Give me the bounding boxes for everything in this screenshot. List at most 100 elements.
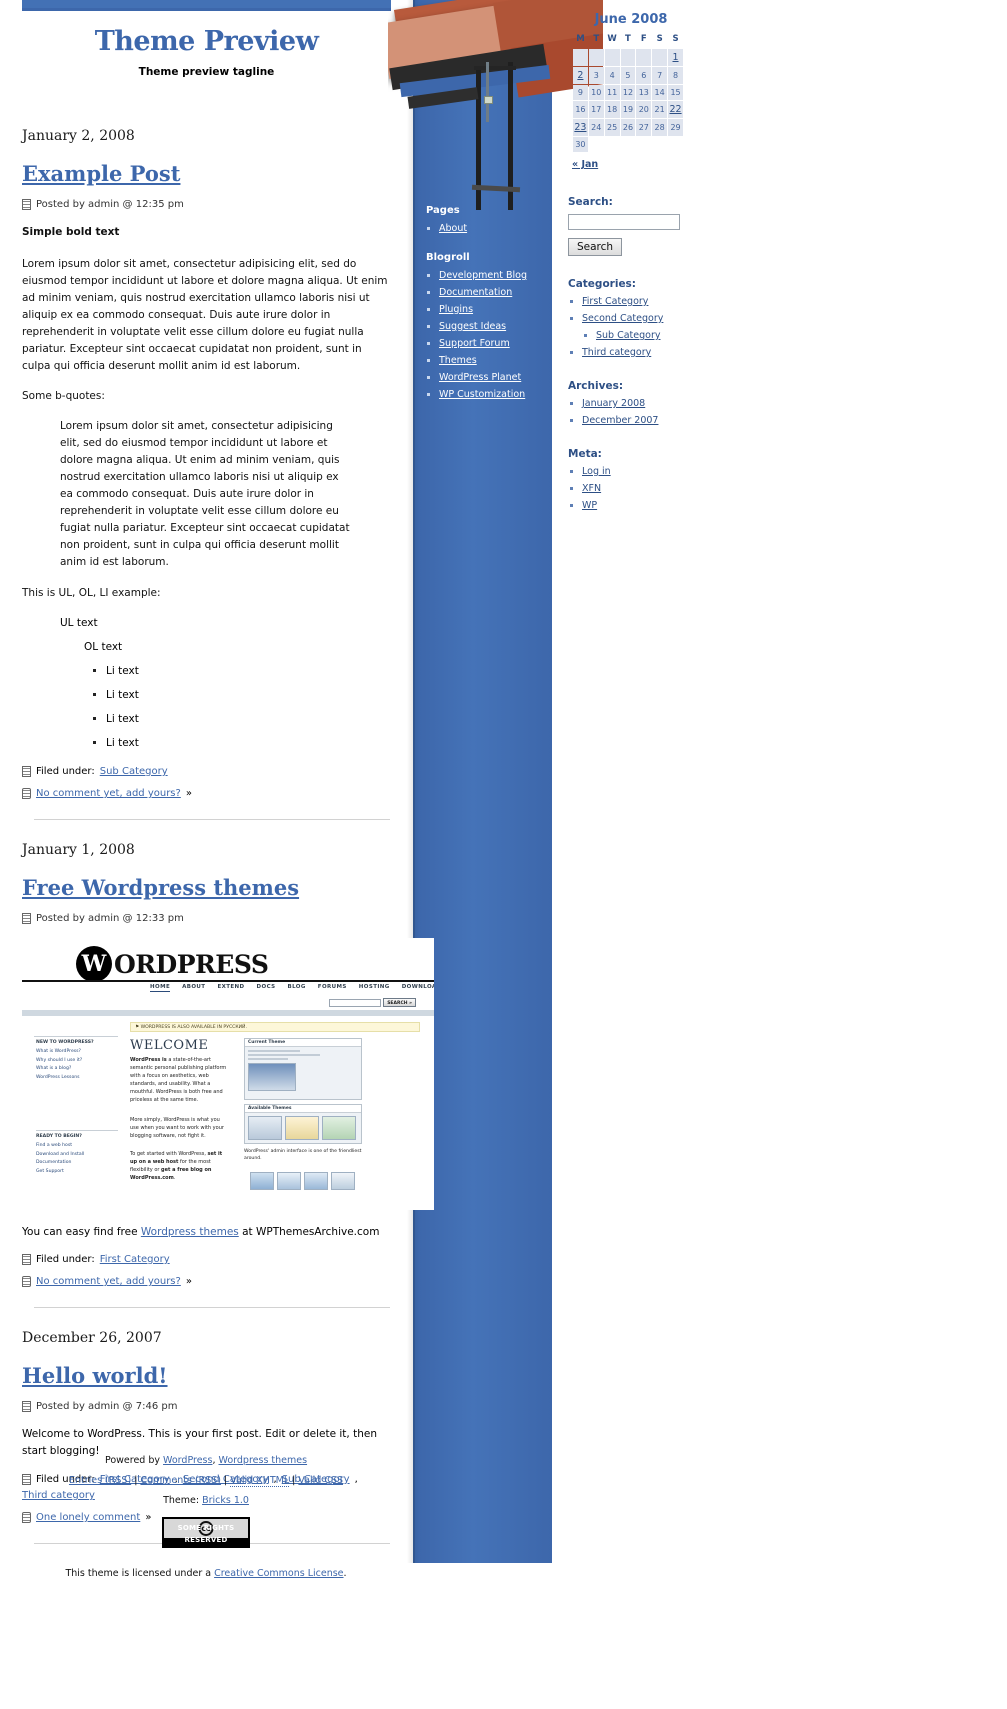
wp-search-button: SEARCH » xyxy=(383,998,416,1007)
wp-available-themes-panel: Available Themes xyxy=(244,1104,362,1144)
calendar-weekday: W xyxy=(607,34,617,44)
meta-link-wp[interactable]: WP xyxy=(582,500,597,511)
wp-search-bar: SEARCH » xyxy=(329,998,416,1007)
calendar-empty-cell xyxy=(588,137,604,152)
category-link-second[interactable]: Second Category xyxy=(582,313,663,324)
footer-link-valid-css[interactable]: Valid CSS xyxy=(298,1475,343,1486)
main-content: January 2, 2008 Example Post Posted by a… xyxy=(22,128,434,1566)
blogroll-link[interactable]: WordPress Planet xyxy=(439,372,521,383)
footer-link-theme[interactable]: Bricks 1.0 xyxy=(202,1495,249,1506)
calendar-day-cell: 20 xyxy=(636,101,652,118)
category-link-third[interactable]: Third category xyxy=(582,347,651,358)
comments-link[interactable]: No comment yet, add yours? xyxy=(36,1276,181,1287)
footer-link-license[interactable]: Creative Commons License xyxy=(214,1568,343,1579)
wordpress-themes-link[interactable]: Wordpress themes xyxy=(141,1226,239,1238)
post-title-link[interactable]: Hello world! xyxy=(22,1363,168,1388)
wp-thumb-strip xyxy=(250,1172,355,1190)
list-item: Li text xyxy=(106,735,390,752)
calendar-day-cell: 28 xyxy=(652,119,668,136)
post-comments: No comment yet, add yours? » xyxy=(22,1276,390,1287)
post-meta: Posted by admin @ 12:35 pm xyxy=(22,199,390,210)
category-link[interactable]: First Category xyxy=(100,1254,170,1265)
blogroll-link[interactable]: Themes xyxy=(439,355,477,366)
list-level-1: UL text xyxy=(22,615,390,632)
filed-under-label: Filed under: xyxy=(36,766,95,777)
list-item: WP Customization xyxy=(439,389,550,400)
footer-link-wordpress[interactable]: WordPress xyxy=(163,1455,212,1466)
footer-link-wordpress-themes[interactable]: Wordpress themes xyxy=(219,1455,308,1466)
footer-theme-prefix: Theme: xyxy=(163,1495,203,1506)
calendar-day-cell: 5 xyxy=(620,67,636,84)
wp-lead-paragraph: WordPress is a state-of-the-art semantic… xyxy=(130,1056,230,1104)
creative-commons-badge[interactable]: cc SOME RIGHTS RESERVED xyxy=(162,1517,250,1548)
blogroll-heading: Blogroll xyxy=(426,252,470,263)
folder-icon xyxy=(22,1254,31,1265)
wp-nav-item: HOME xyxy=(150,984,171,992)
calendar-day-cell: 16 xyxy=(573,101,588,118)
list-level-3: Li text Li text Li text Li text xyxy=(84,663,390,752)
page-link-about[interactable]: About xyxy=(439,223,467,234)
footer-link-comments-rss[interactable]: Comments (RSS) xyxy=(140,1475,221,1486)
blogroll-link[interactable]: Support Forum xyxy=(439,338,510,349)
blogroll-link[interactable]: Plugins xyxy=(439,304,473,315)
calendar-day-cell[interactable]: 23 xyxy=(573,119,588,136)
calendar-day-link[interactable]: 2 xyxy=(577,70,583,81)
list-item: WP xyxy=(582,500,694,511)
calendar-prev-link[interactable]: « Jan xyxy=(572,159,598,170)
post-icon xyxy=(22,1401,31,1412)
blogroll-link[interactable]: Suggest Ideas xyxy=(439,321,506,332)
archive-link[interactable]: December 2007 xyxy=(582,415,658,426)
wp-lead-text: a state-of-the-art semantic personal pub… xyxy=(130,1057,227,1103)
category-link[interactable]: Sub Category xyxy=(100,766,168,777)
calendar-widget: M T W T F S S 1 2 3 4 5 6 7 8 9 10 11 12 13 14 15 16 17 1… xyxy=(572,32,684,153)
calendar-weekday: F xyxy=(640,34,647,44)
blogroll-list: Development Blog Documentation Plugins S… xyxy=(426,270,550,400)
calendar-weekday: M xyxy=(576,34,585,44)
list-item: Third category xyxy=(582,347,694,358)
calendar-day-link[interactable]: 1 xyxy=(673,52,679,63)
middle-sidebar: Pages About Blogroll Development Blog Do… xyxy=(426,205,550,418)
pages-list: About xyxy=(426,223,550,234)
calendar-weekday: T xyxy=(625,34,631,44)
footer: Powered by WordPress, Wordpress themes E… xyxy=(22,1455,390,1588)
blogroll-link[interactable]: WP Customization xyxy=(439,389,525,400)
cc-badge-wrap: cc SOME RIGHTS RESERVED xyxy=(22,1515,390,1559)
footer-link-entries-rss[interactable]: Entries (RSS) xyxy=(69,1475,131,1486)
list-item: About xyxy=(439,223,550,234)
calendar-day-cell[interactable]: 2 xyxy=(573,67,588,84)
categories-list: First Category Second Category Sub Categ… xyxy=(568,296,694,358)
blogroll-link[interactable]: Documentation xyxy=(439,287,512,298)
comments-link[interactable]: No comment yet, add yours? xyxy=(36,788,181,799)
wp-paragraph-2: More simply, WordPress is what you use w… xyxy=(130,1117,224,1139)
pages-heading: Pages xyxy=(426,205,460,216)
post-meta-text: Posted by admin @ 12:35 pm xyxy=(36,199,184,210)
category-link-sub[interactable]: Sub Category xyxy=(596,330,661,341)
archive-link[interactable]: January 2008 xyxy=(582,398,645,409)
meta-link-xfn[interactable]: XFN xyxy=(582,483,601,494)
meta-link-login[interactable]: Log in xyxy=(582,466,611,477)
comments-suffix: » xyxy=(185,1276,192,1287)
list-item: Li text xyxy=(106,711,390,728)
calendar-day-cell[interactable]: 22 xyxy=(668,101,683,118)
post-title-link[interactable]: Free Wordpress themes xyxy=(22,875,299,900)
calendar-header-row: M T W T F S S xyxy=(573,33,683,48)
footer-link-valid-xhtml[interactable]: Valid XHTML xyxy=(230,1475,290,1487)
post-filed-under: Filed under: First Category xyxy=(22,1254,390,1265)
calendar-empty-cell xyxy=(668,137,683,152)
search-button[interactable]: Search xyxy=(568,238,623,256)
post-meta-text: Posted by admin @ 7:46 pm xyxy=(36,1401,178,1412)
category-link-first[interactable]: First Category xyxy=(582,296,648,307)
blogroll-link[interactable]: Development Blog xyxy=(439,270,527,281)
calendar-empty-cell xyxy=(652,137,668,152)
post-title: Free Wordpress themes xyxy=(22,875,390,901)
calendar-day-cell[interactable]: 1 xyxy=(668,49,683,66)
post-title-link[interactable]: Example Post xyxy=(22,161,180,186)
calendar-day-link[interactable]: 22 xyxy=(669,104,681,115)
calendar-empty-cell xyxy=(604,137,620,152)
post-meta: Posted by admin @ 12:33 pm xyxy=(22,913,390,924)
calendar-empty-cell xyxy=(588,49,604,66)
search-input[interactable] xyxy=(568,214,680,230)
wp-sidebar-link: WordPress Lessons xyxy=(36,1075,80,1081)
calendar-day-link[interactable]: 23 xyxy=(574,122,586,133)
calendar-day-cell: 13 xyxy=(636,85,652,100)
